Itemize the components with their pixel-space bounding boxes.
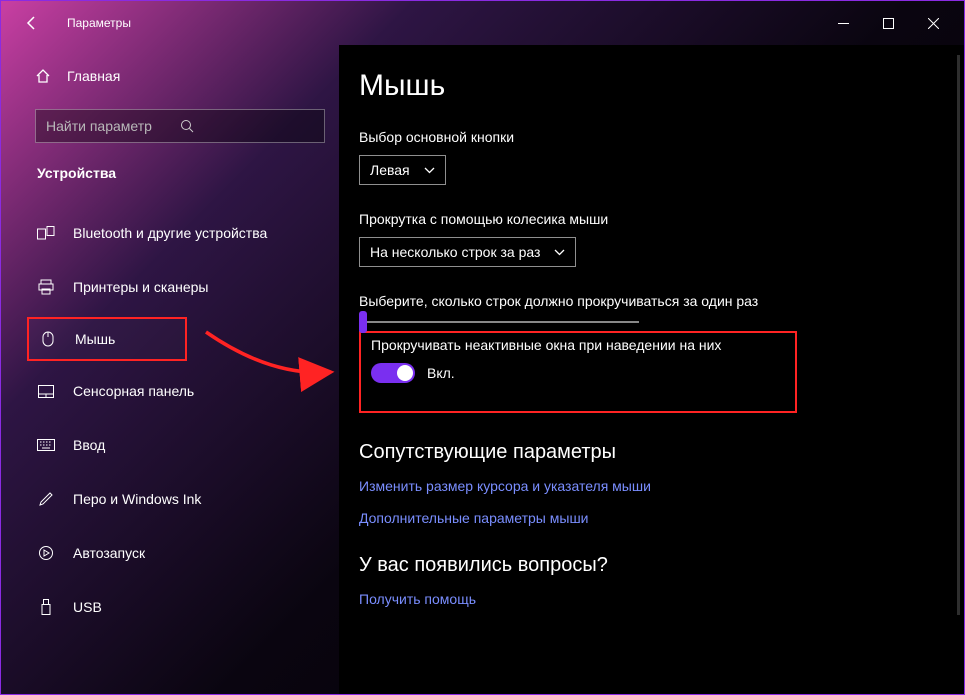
- main-panel: Мышь Выбор основной кнопки Левая Прокрут…: [339, 45, 964, 694]
- lines-slider[interactable]: [359, 321, 639, 323]
- autoplay-icon: [37, 545, 55, 561]
- sidebar-item-printers[interactable]: Принтеры и сканеры: [35, 263, 325, 311]
- link-get-help[interactable]: Получить помощь: [359, 591, 944, 607]
- scrollbar[interactable]: [957, 55, 960, 615]
- section-title: Устройства: [37, 165, 339, 181]
- sidebar-item-mouse[interactable]: Мышь: [27, 317, 187, 361]
- related-heading: Сопутствующие параметры: [359, 441, 944, 464]
- slider-thumb[interactable]: [359, 311, 367, 333]
- usb-icon: [37, 599, 55, 615]
- toggle-state: Вкл.: [427, 365, 455, 381]
- search-icon: [180, 119, 314, 134]
- highlight-annotation: Прокручивать неактивные окна при наведен…: [359, 331, 797, 413]
- sidebar-item-usb[interactable]: USB: [35, 583, 325, 631]
- sidebar-item-bluetooth[interactable]: Bluetooth и другие устройства: [35, 209, 325, 257]
- titlebar: Параметры: [1, 1, 964, 45]
- lines-label: Выберите, сколько строк должно прокручив…: [359, 293, 944, 309]
- help-heading: У вас появились вопросы?: [359, 554, 944, 577]
- minimize-button[interactable]: [821, 8, 866, 38]
- sidebar-item-label: Мышь: [75, 331, 115, 347]
- settings-window: Параметры Главная Найти параметр: [0, 0, 965, 695]
- sidebar-item-label: Ввод: [73, 437, 105, 453]
- inactive-scroll-label: Прокручивать неактивные окна при наведен…: [371, 337, 785, 353]
- close-button[interactable]: [911, 8, 956, 38]
- sidebar-item-label: USB: [73, 599, 102, 615]
- mouse-icon: [39, 331, 57, 347]
- back-button[interactable]: [17, 15, 47, 31]
- sidebar-item-touchpad[interactable]: Сенсорная панель: [35, 367, 325, 415]
- toggle-knob: [397, 365, 413, 381]
- window-title: Параметры: [67, 16, 131, 30]
- sidebar-item-label: Перо и Windows Ink: [73, 491, 201, 507]
- chevron-down-icon: [424, 167, 435, 174]
- sidebar-item-autoplay[interactable]: Автозапуск: [35, 529, 325, 577]
- search-input[interactable]: Найти параметр: [35, 109, 325, 143]
- printer-icon: [37, 279, 55, 295]
- maximize-button[interactable]: [866, 8, 911, 38]
- devices-icon: [37, 226, 55, 240]
- search-placeholder: Найти параметр: [46, 118, 180, 134]
- chevron-down-icon: [554, 249, 565, 256]
- keyboard-icon: [37, 439, 55, 451]
- dropdown-value: На несколько строк за раз: [370, 244, 540, 260]
- link-additional-mouse[interactable]: Дополнительные параметры мыши: [359, 510, 944, 526]
- sidebar-item-typing[interactable]: Ввод: [35, 421, 325, 469]
- touchpad-icon: [37, 385, 55, 398]
- pen-icon: [37, 491, 55, 507]
- scroll-mode-label: Прокрутка с помощью колесика мыши: [359, 211, 944, 227]
- sidebar-item-pen[interactable]: Перо и Windows Ink: [35, 475, 325, 523]
- sidebar-item-label: Принтеры и сканеры: [73, 279, 208, 295]
- home-button[interactable]: Главная: [35, 55, 339, 97]
- primary-button-dropdown[interactable]: Левая: [359, 155, 446, 185]
- page-heading: Мышь: [359, 69, 944, 103]
- inactive-scroll-toggle[interactable]: [371, 363, 415, 383]
- link-cursor-size[interactable]: Изменить размер курсора и указателя мыши: [359, 478, 944, 494]
- dropdown-value: Левая: [370, 162, 410, 178]
- sidebar-item-label: Автозапуск: [73, 545, 145, 561]
- primary-button-label: Выбор основной кнопки: [359, 129, 944, 145]
- scroll-mode-dropdown[interactable]: На несколько строк за раз: [359, 237, 576, 267]
- sidebar-item-label: Bluetooth и другие устройства: [73, 225, 267, 241]
- home-icon: [35, 68, 51, 84]
- sidebar-item-label: Сенсорная панель: [73, 383, 194, 399]
- sidebar: Главная Найти параметр Устройства Blueto…: [1, 45, 339, 694]
- window-controls: [821, 8, 956, 38]
- home-label: Главная: [67, 68, 120, 84]
